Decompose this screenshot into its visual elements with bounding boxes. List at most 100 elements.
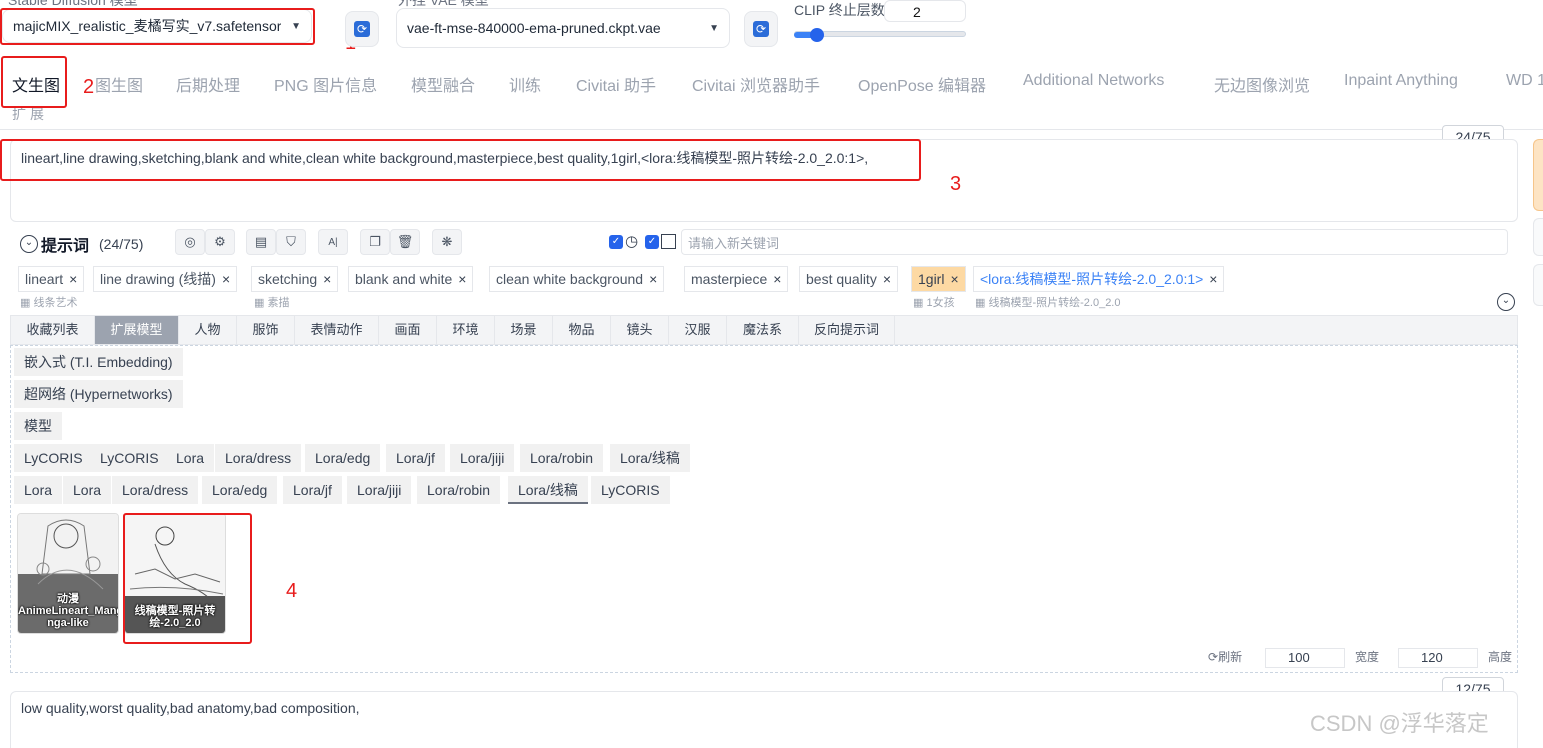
prompt-tag[interactable]: clean white background × (489, 266, 665, 292)
lora-folder-button[interactable]: Lora/线稿 (610, 444, 690, 472)
lora-folder-button[interactable]: LyCORIS (90, 444, 169, 472)
refresh-vae-button[interactable]: ⟳ (744, 11, 778, 47)
prompt-tag[interactable]: <lora:线稿模型-照片转绘-2.0_2.0:1> × (973, 266, 1225, 292)
clip-skip-slider-knob[interactable] (810, 28, 824, 42)
model-card-anime-lineart[interactable]: 动漫 AnimeLineart_Manga_v3.0ma nga-like (17, 513, 119, 634)
category-tab-8[interactable]: 物品 (553, 316, 611, 344)
tab-4[interactable]: 模型融合 (411, 72, 475, 96)
prompt-tag[interactable]: blank and white × (348, 266, 474, 292)
prompt-tag-translation: ▦ 线条艺术 (20, 294, 77, 310)
lora-folder-button[interactable]: Lora/edg (202, 476, 278, 504)
generate-button-edge[interactable] (1533, 139, 1543, 211)
copy-button[interactable]: ❐ (360, 229, 390, 255)
lora-folder-button[interactable]: LyCORIS (14, 444, 93, 472)
lora-folder-button[interactable]: Lora (166, 444, 215, 472)
tab-12[interactable]: WD 1 (1506, 72, 1543, 90)
category-tab-7[interactable]: 场景 (495, 316, 553, 344)
remove-tag-icon[interactable]: × (950, 271, 958, 287)
remove-tag-icon[interactable]: × (1209, 271, 1217, 287)
expand-icon[interactable]: ⌄ (1497, 293, 1515, 311)
lora-folder-button[interactable]: Lora/线稿 (508, 476, 588, 504)
category-tab-9[interactable]: 镜头 (611, 316, 669, 344)
remove-tag-icon[interactable]: × (649, 271, 657, 287)
side-tool-button[interactable] (1533, 218, 1543, 256)
side-tool-button-2[interactable] (1533, 264, 1543, 306)
remove-tag-icon[interactable]: × (773, 271, 781, 287)
category-tab-12[interactable]: 反向提示词 (799, 316, 895, 344)
category-tab-1[interactable]: 扩展模型 (95, 316, 179, 344)
vae-select[interactable]: vae-ft-mse-840000-ema-pruned.ckpt.vae ▼ (396, 8, 730, 48)
auto-translate-checkbox[interactable]: ✓ (609, 235, 623, 249)
settings-button[interactable]: ⚙ (205, 229, 235, 255)
remove-tag-icon[interactable]: × (69, 271, 77, 287)
tab-1[interactable]: 图生图 (95, 72, 143, 96)
category-tab-0[interactable]: 收藏列表 (11, 316, 95, 344)
refresh-checkpoint-button[interactable]: ⟳ (345, 11, 379, 47)
negative-prompt-textarea[interactable]: low quality,worst quality,bad anatomy,ba… (10, 691, 1518, 748)
card-caption: 动漫 AnimeLineart_Manga_v3.0ma nga-like (18, 593, 118, 629)
lora-folder-button[interactable]: Lora/robin (520, 444, 604, 472)
category-tab-6[interactable]: 环境 (437, 316, 495, 344)
tab-2[interactable]: 后期处理 (176, 72, 240, 96)
delete-button[interactable]: 🗑 (390, 229, 420, 255)
category-tab-10[interactable]: 汉服 (669, 316, 727, 344)
model-button[interactable]: 模型 (14, 412, 62, 440)
lora-folder-button[interactable]: Lora/dress (112, 476, 199, 504)
layout-checkbox[interactable]: ✓ (645, 235, 659, 249)
category-tab-2[interactable]: 人物 (179, 316, 237, 344)
card-width-input[interactable]: 100 (1265, 648, 1345, 668)
category-tab-4[interactable]: 表情动作 (295, 316, 379, 344)
translate-text-button[interactable]: A| (318, 229, 348, 255)
lora-folder-button[interactable]: Lora/dress (215, 444, 302, 472)
chatgpt-button[interactable]: ❋ (432, 229, 462, 255)
category-tab-5[interactable]: 画面 (379, 316, 437, 344)
lora-folder-button[interactable]: Lora (14, 476, 63, 504)
tab-3[interactable]: PNG 图片信息 (274, 72, 377, 96)
remove-tag-icon[interactable]: × (883, 271, 891, 287)
refresh-link[interactable]: ⟳刷新 (1208, 648, 1242, 665)
refresh-icon: ⟳ (753, 21, 769, 37)
category-tab-11[interactable]: 魔法系 (727, 316, 799, 344)
tab-7[interactable]: Civitai 浏览器助手 (692, 72, 820, 96)
remove-tag-icon[interactable]: × (323, 271, 331, 287)
prompt-tag[interactable]: 1girl × (911, 266, 966, 292)
prompt-tag[interactable]: line drawing (线描) × (93, 266, 238, 292)
clip-skip-input[interactable]: 2 (884, 0, 966, 22)
lora-folder-button[interactable]: Lora/jf (386, 444, 445, 472)
tab-6[interactable]: Civitai 助手 (576, 72, 656, 96)
tab-9[interactable]: Additional Networks (1023, 72, 1164, 90)
tab-8[interactable]: OpenPose 编辑器 (858, 72, 986, 96)
card-height-input[interactable]: 120 (1398, 648, 1478, 668)
lora-folder-button[interactable]: Lora/jf (283, 476, 342, 504)
negative-prompt-text: low quality,worst quality,bad anatomy,ba… (21, 700, 360, 716)
prompt-helper-header[interactable]: ⌄ 提示词 (24/75) (20, 232, 143, 256)
lora-folder-button[interactable]: Lora (63, 476, 112, 504)
embedding-button[interactable]: 嵌入式 (T.I. Embedding) (14, 348, 183, 376)
category-tab-3[interactable]: 服饰 (237, 316, 295, 344)
lora-folder-button[interactable]: Lora/robin (417, 476, 501, 504)
lora-folder-button[interactable]: Lora/jiji (347, 476, 412, 504)
prompt-tag[interactable]: lineart × (18, 266, 85, 292)
bookmark-icon: ⛉ (286, 234, 296, 249)
lora-folder-button[interactable]: Lora/edg (305, 444, 381, 472)
prompt-tag-text: 1girl (918, 271, 945, 287)
prompt-tag[interactable]: sketching × (251, 266, 339, 292)
annotation-box-1 (0, 8, 315, 45)
history-button[interactable]: ▤ (246, 229, 276, 255)
hypernetworks-button[interactable]: 超网络 (Hypernetworks) (14, 380, 183, 408)
new-keyword-input[interactable]: 请输入新关键词 (681, 229, 1508, 255)
tab-11[interactable]: Inpaint Anything (1344, 72, 1458, 90)
prompt-tag[interactable]: masterpiece × (684, 266, 789, 292)
translate-button[interactable]: ◎ (175, 229, 205, 255)
prompt-tag[interactable]: best quality × (799, 266, 899, 292)
prompt-tag-text: best quality (806, 271, 877, 287)
bookmark-button[interactable]: ⛉ (276, 229, 306, 255)
translation-icon: ▦ (975, 297, 989, 309)
translation-icon: ▦ (254, 297, 268, 309)
tab-10[interactable]: 无边图像浏览 (1214, 72, 1310, 96)
tab-5[interactable]: 训练 (509, 72, 541, 96)
remove-tag-icon[interactable]: × (458, 271, 466, 287)
remove-tag-icon[interactable]: × (222, 271, 230, 287)
lora-folder-button[interactable]: Lora/jiji (450, 444, 515, 472)
lora-folder-button[interactable]: LyCORIS (591, 476, 670, 504)
